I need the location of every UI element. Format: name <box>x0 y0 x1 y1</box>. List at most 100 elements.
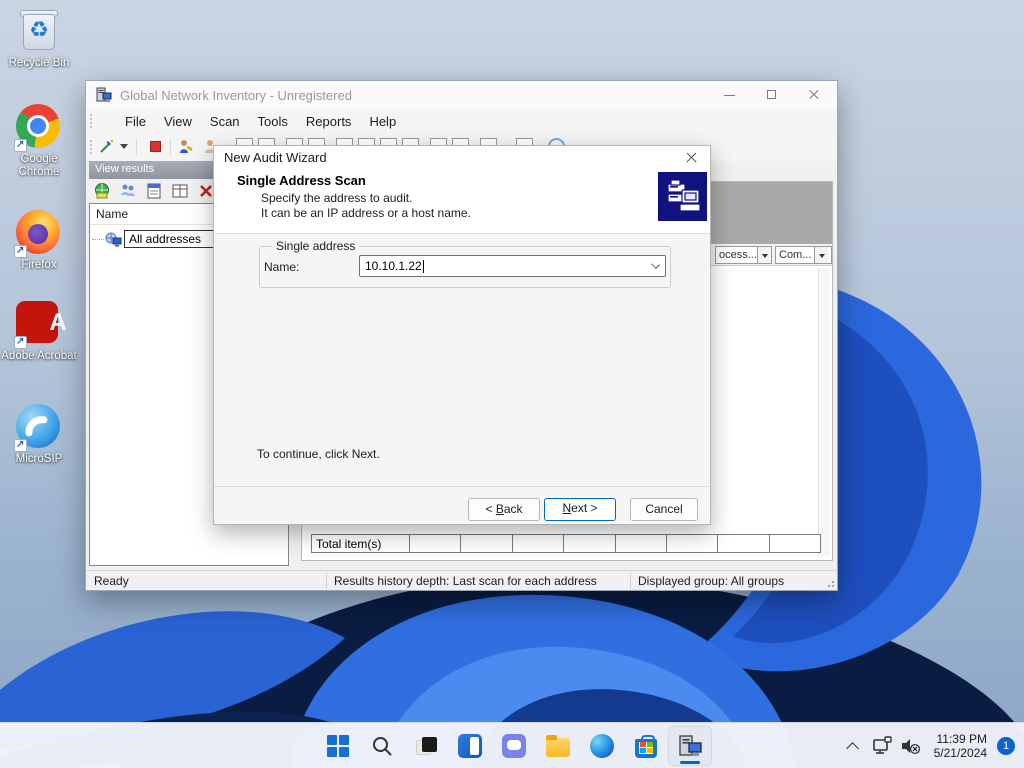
scan-wizard-icon[interactable] <box>98 138 115 155</box>
desktop-icon-label: MicroSIP <box>15 453 63 465</box>
user-credentials-icon[interactable] <box>178 138 195 155</box>
taskbar-icon-group <box>316 726 712 766</box>
address-combobox[interactable]: 10.10.1.22 <box>359 255 666 277</box>
desktop-icon-adobe-acrobat[interactable]: Adobe Acrobat <box>0 299 79 363</box>
summary-cell <box>513 535 565 552</box>
clock[interactable]: 11:39 PM 5/21/2024 <box>934 732 987 760</box>
shortcut-arrow-icon <box>14 139 27 152</box>
column-header-com[interactable]: Com... <box>775 246 832 264</box>
task-view-button[interactable] <box>404 726 448 766</box>
search-button[interactable] <box>360 726 404 766</box>
wizard-description-2: It can be an IP address or a host name. <box>261 206 471 220</box>
address-value: 10.10.1.22 <box>365 259 422 273</box>
computers-view-icon[interactable] <box>119 182 137 200</box>
acrobat-icon <box>14 301 79 349</box>
desktop-icon-google-chrome[interactable]: Google Chrome <box>0 104 78 179</box>
cancel-button[interactable]: Cancel <box>630 498 698 521</box>
dialog-title: New Audit Wizard <box>224 150 327 165</box>
store-button[interactable] <box>624 726 668 766</box>
summary-cell <box>564 535 616 552</box>
widgets-button[interactable] <box>448 726 492 766</box>
summary-cell <box>410 535 462 552</box>
summary-label: Total item(s) <box>312 535 410 552</box>
status-bar: Ready Results history depth: Last scan f… <box>86 570 837 590</box>
wizard-scan-icon <box>658 172 707 221</box>
file-explorer-icon <box>546 735 570 757</box>
gni-app-button[interactable] <box>668 726 712 766</box>
edge-icon <box>590 734 614 758</box>
chevron-up-icon[interactable] <box>842 735 864 757</box>
summary-cell <box>667 535 719 552</box>
toolbar-separator <box>136 139 137 155</box>
file-explorer-button[interactable] <box>536 726 580 766</box>
recycle-bin-icon <box>16 8 62 54</box>
notification-badge[interactable]: 1 <box>997 737 1015 755</box>
dialog-close-icon[interactable] <box>678 148 704 168</box>
stop-scan-icon[interactable] <box>150 141 161 152</box>
text-caret <box>422 259 424 273</box>
status-group: Displayed group: All groups <box>638 574 785 588</box>
summary-cell <box>616 535 667 552</box>
start-button[interactable] <box>316 726 360 766</box>
wizard-header: New Audit Wizard Single Address Scan Spe… <box>214 146 710 234</box>
menu-file[interactable]: File <box>116 111 155 132</box>
tree-connector <box>92 238 104 240</box>
status-ready: Ready <box>94 574 129 588</box>
menu-tools[interactable]: Tools <box>249 111 297 132</box>
shortcut-arrow-icon <box>14 439 27 452</box>
column-filter-dropdown-icon[interactable] <box>814 247 830 263</box>
menu-reports[interactable]: Reports <box>297 111 361 132</box>
menu-bar: File View Scan Tools Reports Help <box>86 109 837 133</box>
desktop-icon-firefox[interactable]: Firefox <box>0 210 78 272</box>
desktop-icon-microsip[interactable]: MicroSIP <box>0 404 78 466</box>
button-separator <box>214 486 710 487</box>
grid-view-icon[interactable] <box>171 182 189 200</box>
vertical-scrollbar[interactable] <box>818 268 830 556</box>
combobox-dropdown-icon[interactable] <box>651 260 660 269</box>
toolbar-grip <box>90 140 93 154</box>
close-button[interactable] <box>793 81 835 109</box>
tree-item-label[interactable]: All addresses <box>124 230 225 248</box>
title-bar[interactable]: Global Network Inventory - Unregistered <box>86 81 837 109</box>
menu-scan[interactable]: Scan <box>201 111 249 132</box>
desktop-icon-label: Firefox <box>21 259 57 271</box>
name-label: Name: <box>264 260 300 274</box>
firefox-icon <box>14 210 62 258</box>
desktop-icon-label: Adobe Acrobat <box>1 350 77 362</box>
tray-time: 11:39 PM <box>936 732 987 746</box>
menu-help[interactable]: Help <box>360 111 405 132</box>
edge-button[interactable] <box>580 726 624 766</box>
volume-muted-icon[interactable] <box>898 734 922 758</box>
widgets-icon <box>458 734 482 758</box>
resize-grip[interactable] <box>825 578 835 588</box>
menu-grip <box>90 114 110 128</box>
groupbox-label: Single address <box>272 239 360 253</box>
menu-view[interactable]: View <box>155 111 201 132</box>
chat-button[interactable] <box>492 726 536 766</box>
gni-app-icon <box>679 735 702 756</box>
column-header-process[interactable]: ocess... <box>715 246 772 264</box>
wizard-description-1: Specify the address to audit. <box>261 191 413 205</box>
status-history: Results history depth: Last scan for eac… <box>334 574 597 588</box>
back-button[interactable]: < Back <box>468 498 540 521</box>
shortcut-arrow-icon <box>14 245 27 258</box>
next-button[interactable]: Next > <box>544 498 616 521</box>
maximize-button[interactable] <box>751 81 793 109</box>
scan-dropdown-icon[interactable] <box>120 144 128 149</box>
status-divider <box>326 573 327 589</box>
task-view-icon <box>411 731 441 761</box>
network-view-icon[interactable] <box>93 182 111 200</box>
column-filter-dropdown-icon[interactable] <box>757 247 771 263</box>
minimize-button[interactable] <box>709 81 751 109</box>
summary-cell <box>718 535 770 552</box>
microsip-icon <box>14 404 62 452</box>
desktop-icon-recycle-bin[interactable]: Recycle Bin <box>0 8 78 70</box>
window-title: Global Network Inventory - Unregistered <box>120 87 352 103</box>
audit-clipboard-icon[interactable] <box>145 182 163 200</box>
status-divider <box>630 573 631 589</box>
new-audit-wizard-dialog: New Audit Wizard Single Address Scan Spe… <box>213 145 711 525</box>
network-icon[interactable] <box>870 734 894 758</box>
taskbar: 11:39 PM 5/21/2024 1 <box>0 722 1024 768</box>
tray-date: 5/21/2024 <box>933 746 987 760</box>
wizard-hint: To continue, click Next. <box>257 447 380 461</box>
